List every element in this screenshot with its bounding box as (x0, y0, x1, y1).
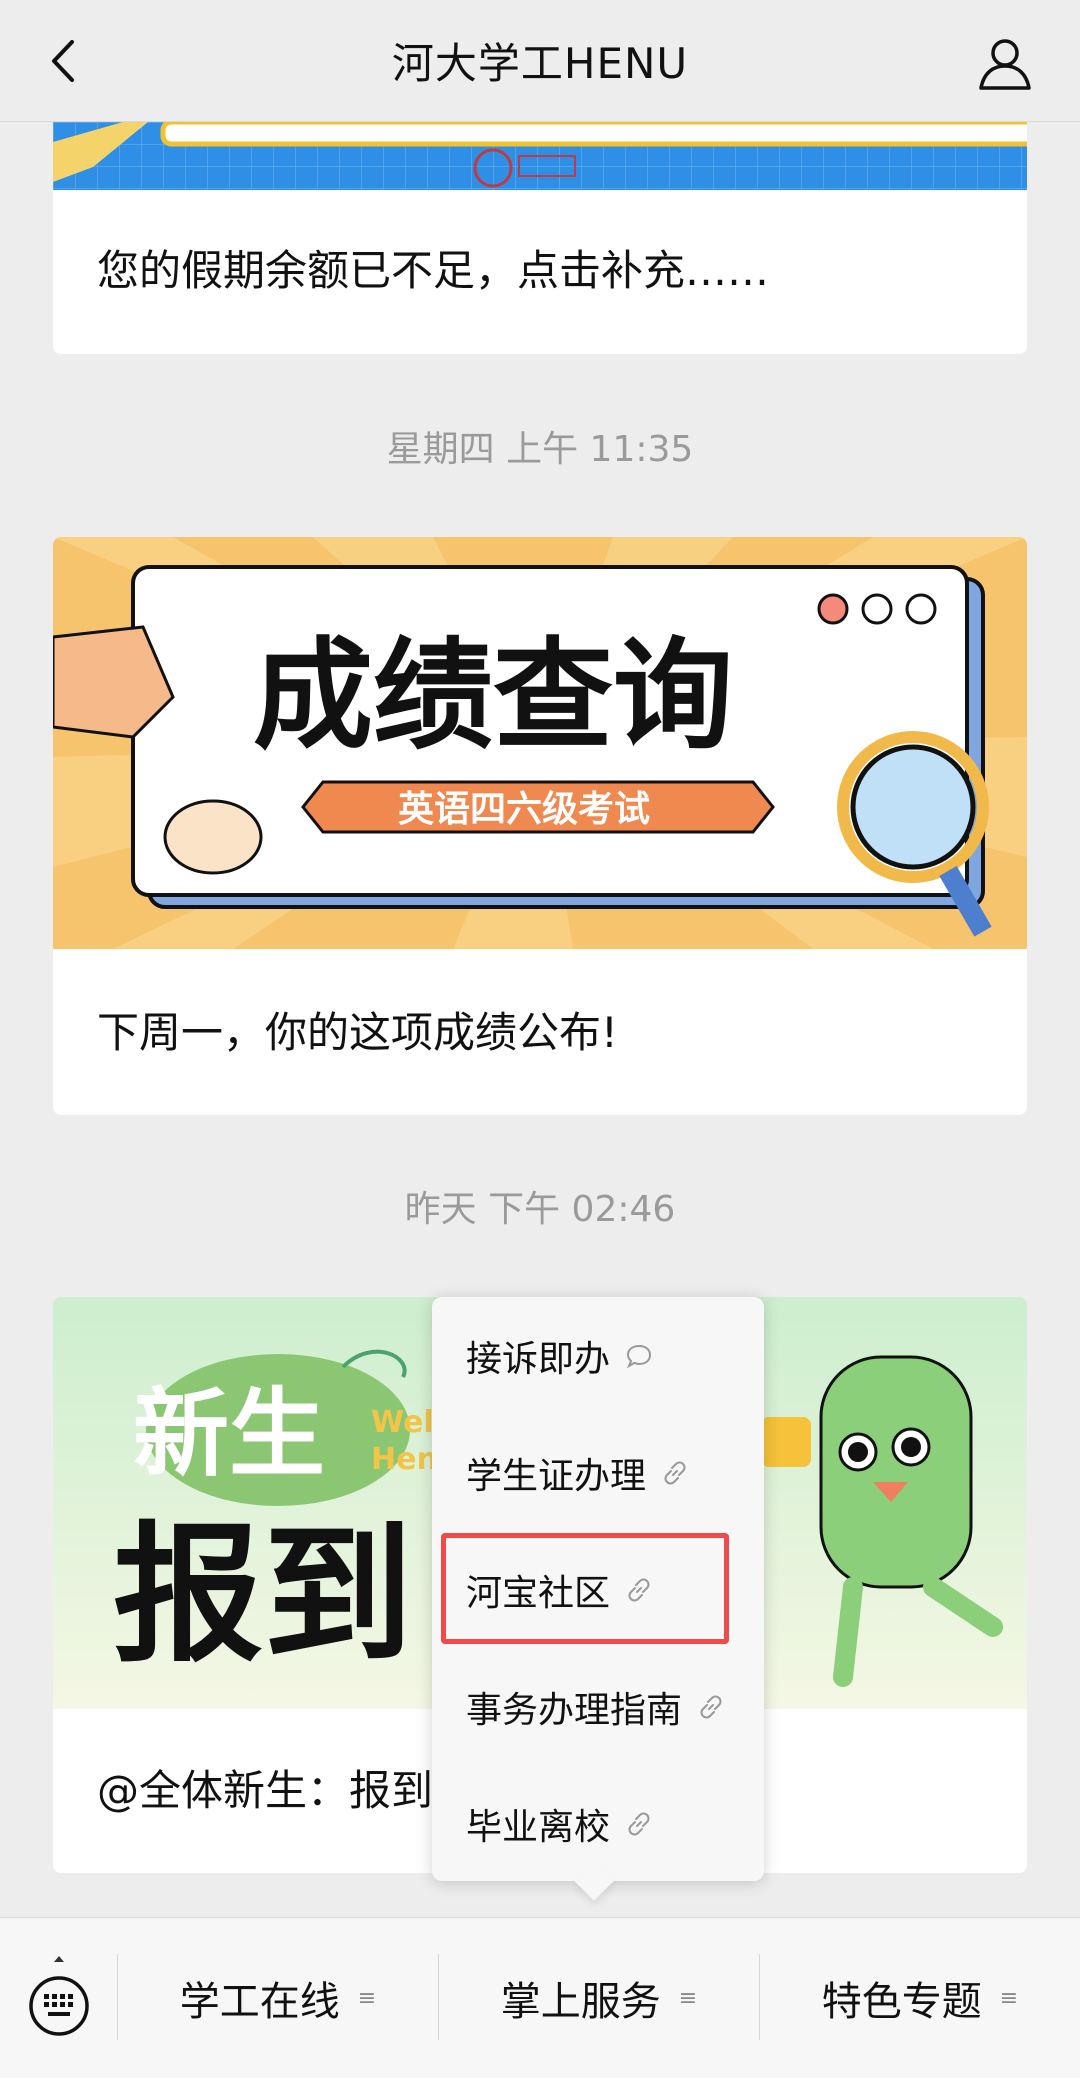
profile-icon[interactable] (976, 34, 1034, 92)
keyboard-toggle-icon[interactable] (22, 1956, 96, 2042)
link-icon (664, 1461, 686, 1484)
menu-item-label: 学生证办理 (466, 1455, 647, 1497)
banner-title: 成绩查询 (253, 627, 733, 766)
tab-label: 掌上服务 (500, 1979, 661, 2025)
link-icon (628, 1578, 650, 1601)
banner-english-2: Hen (371, 1442, 438, 1477)
tab-mobile-services[interactable]: 掌上服务 ≡ (439, 1958, 759, 2038)
banner-title-2: 报到 (113, 1509, 413, 1683)
article-banner-image: 成绩查询 英语四六级考试 (53, 537, 1027, 949)
menu-item-affairs-guide[interactable]: 事务办理指南 (432, 1648, 764, 1765)
menu-lines-icon: ≡ (999, 1985, 1019, 2011)
menu-item-complaint[interactable]: 接诉即办 (432, 1297, 764, 1414)
article-card[interactable]: 成绩查询 英语四六级考试 下周一，你的这项成绩公布! (53, 537, 1027, 1115)
article-caption: 您的假期余额已不足，点击补充…… (97, 246, 770, 295)
menu-item-label: 接诉即办 (466, 1338, 611, 1380)
banner-english-1: Wel (371, 1405, 434, 1440)
menu-item-graduation[interactable]: 毕业离校 (432, 1765, 764, 1882)
article-caption: 下周一，你的这项成绩公布! (97, 1008, 618, 1057)
chat-bubble-icon (626, 1344, 652, 1368)
tab-special-topics[interactable]: 特色专题 ≡ (760, 1958, 1080, 2038)
article-banner-image (53, 122, 1027, 190)
top-bar: 河大学工HENU (0, 0, 1080, 122)
article-card[interactable]: 您的假期余额已不足，点击补充…… (53, 122, 1027, 354)
banner-subtitle: 英语四六级考试 (398, 789, 650, 830)
tab-student-work-online[interactable]: 学工在线 ≡ (118, 1958, 438, 2038)
tab-label: 特色专题 (821, 1979, 982, 2025)
back-arrow-icon[interactable] (40, 36, 90, 86)
menu-item-label: 河宝社区 (466, 1572, 611, 1614)
timestamp: 星期四 上午 11:35 (386, 429, 694, 470)
bottom-menu-bar: 学工在线 ≡ 掌上服务 ≡ 特色专题 ≡ (0, 1917, 1080, 2078)
menu-lines-icon: ≡ (357, 1985, 377, 2011)
menu-item-label: 毕业离校 (466, 1806, 611, 1848)
tab-label: 学工在线 (179, 1979, 340, 2025)
menu-item-hebao-community[interactable]: 河宝社区 (432, 1531, 764, 1648)
banner-title-1: 新生 (133, 1378, 325, 1490)
menu-item-label: 事务办理指南 (466, 1689, 683, 1731)
link-icon (700, 1695, 722, 1718)
link-icon (628, 1812, 650, 1835)
service-popup-menu: 接诉即办 学生证办理 河宝社区 事务办理指南 毕业离校 (432, 1297, 764, 1901)
grid-banner-graphic (53, 122, 1027, 190)
score-query-banner-graphic: 成绩查询 英语四六级考试 (53, 537, 1027, 949)
timestamp: 昨天 下午 02:46 (404, 1189, 676, 1230)
page-title: 河大学工HENU (391, 39, 689, 88)
article-caption: @全体新生：报到 (97, 1766, 434, 1815)
menu-lines-icon: ≡ (678, 1985, 698, 2011)
menu-item-student-card[interactable]: 学生证办理 (432, 1414, 764, 1531)
